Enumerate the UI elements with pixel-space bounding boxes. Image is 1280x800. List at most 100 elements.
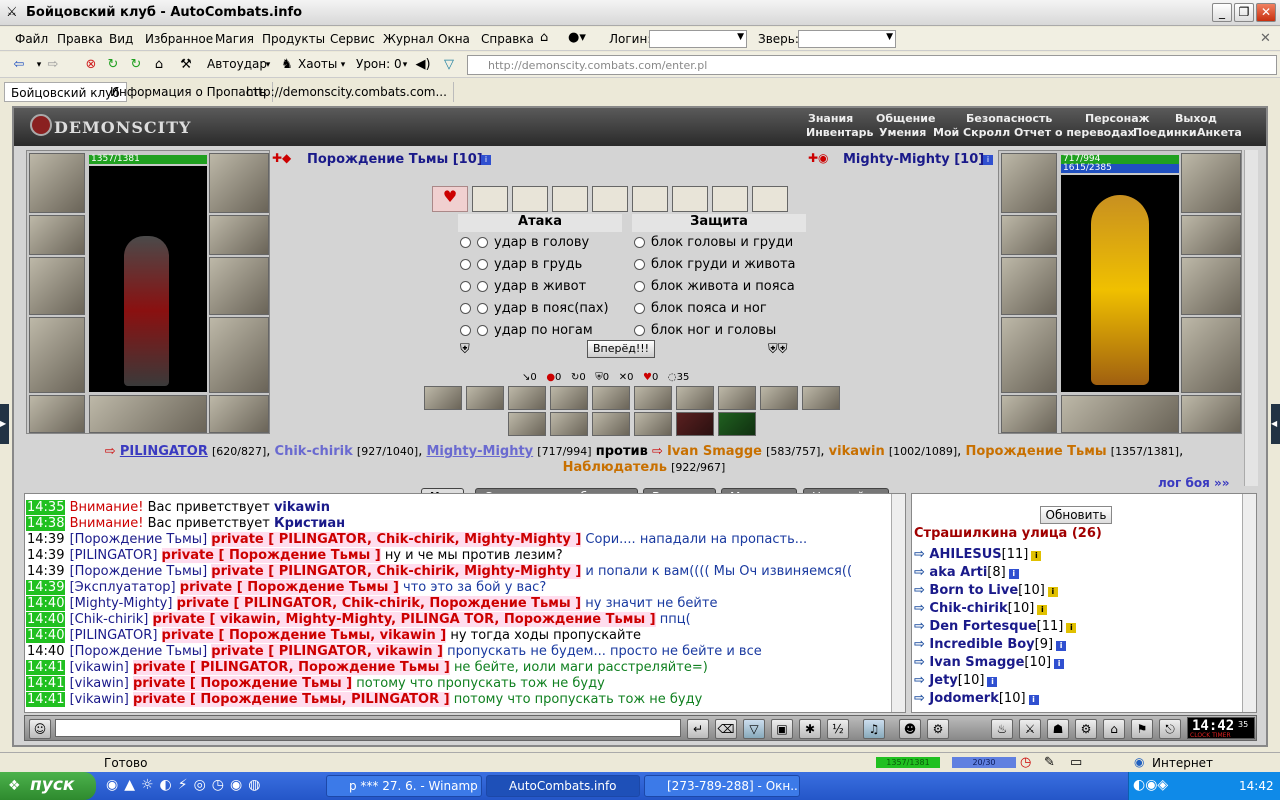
task-autocombats[interactable]: AutoCombats.info <box>486 775 640 797</box>
tab-url[interactable]: http://demonscity.combats.com... <box>240 82 454 102</box>
refresh-button[interactable]: Обновить <box>1040 506 1112 524</box>
info-icon[interactable]: i <box>1037 605 1048 615</box>
team1-player[interactable]: Mighty-Mighty <box>426 444 533 459</box>
user-name[interactable]: Incredible Boy <box>929 637 1034 652</box>
scroll-slot[interactable] <box>592 186 628 212</box>
radio-button[interactable] <box>460 281 471 292</box>
house-icon[interactable]: ⌂ <box>540 30 548 45</box>
skill-icon[interactable] <box>634 412 672 436</box>
attack-option[interactable]: удар в пояс(пах) <box>460 298 630 320</box>
skill-icon[interactable] <box>718 386 756 410</box>
potion-icon[interactable]: ♨ <box>991 719 1013 739</box>
skill-icon[interactable] <box>718 412 756 436</box>
task-icq[interactable]: [273-789-288] - Окн... <box>644 775 800 797</box>
team2-player[interactable]: vikawin <box>829 444 885 459</box>
block-option[interactable]: блок пояса и ног <box>634 298 806 320</box>
block-option[interactable]: блок живота и пояса <box>634 276 806 298</box>
online-user[interactable]: ⇨ Chik-chirik[10] i <box>914 600 1240 618</box>
private-arrow-icon[interactable]: ⇨ <box>914 601 929 616</box>
scroll-slot[interactable] <box>472 186 508 212</box>
online-user[interactable]: ⇨ AHILESUS[11] i <box>914 546 1240 564</box>
nav-communication[interactable]: Общение <box>876 112 935 125</box>
private-arrow-icon[interactable]: ⇨ <box>914 655 929 670</box>
radio-button[interactable] <box>460 303 471 314</box>
radio-button[interactable] <box>477 325 488 336</box>
helmet-slot[interactable] <box>29 153 85 213</box>
gloves-slot[interactable] <box>209 215 269 255</box>
right-panel-toggle[interactable]: ◀ <box>1271 404 1280 444</box>
skill-icon[interactable] <box>508 412 546 436</box>
alarm-icon[interactable]: ◷ <box>1020 755 1031 770</box>
radio-button[interactable] <box>634 259 645 270</box>
attack-option[interactable]: удар в грудь <box>460 254 630 276</box>
user-name[interactable]: AHILESUS <box>929 547 1001 562</box>
autoudar-button[interactable]: Автоудар <box>207 57 267 71</box>
skill-icon[interactable] <box>550 386 588 410</box>
nav-exit[interactable]: Выход <box>1175 112 1217 125</box>
flag-icon[interactable]: ⚑ <box>1131 719 1153 739</box>
chevron-down-icon[interactable]: ▾ <box>259 56 277 74</box>
close-button[interactable]: ✕ <box>1256 3 1276 22</box>
online-user[interactable]: ⇨ aka Arti[8] i <box>914 564 1240 582</box>
info-icon[interactable]: i <box>987 677 998 687</box>
chat-timestamp[interactable]: 14:39 <box>26 532 65 547</box>
gloves-slot[interactable] <box>1181 215 1241 255</box>
enter-icon[interactable]: ↵ <box>687 719 709 739</box>
chat-private-target[interactable]: private [ PILINGATOR, Chik-chirik, Порож… <box>176 596 582 611</box>
info-icon[interactable]: i <box>983 155 993 165</box>
scroll-slot[interactable] <box>752 186 788 212</box>
leggings-slot[interactable] <box>209 317 269 393</box>
filter-icon[interactable]: ▽ <box>440 56 458 74</box>
note-icon[interactable]: ✎ <box>1044 755 1055 770</box>
info-icon[interactable]: i <box>1008 569 1019 579</box>
menu-service[interactable]: Сервис <box>330 32 375 46</box>
uron-button[interactable]: Урон: 0 <box>356 57 402 71</box>
scroll-slot[interactable] <box>512 186 548 212</box>
amulet-slot[interactable] <box>209 153 269 213</box>
chat-private-target[interactable]: private [ Порождение Тьмы, PILINGATOR ] <box>132 692 450 707</box>
chat-private-target[interactable]: private [ PILINGATOR, vikawin ] <box>211 644 443 659</box>
scroll-slot[interactable] <box>672 186 708 212</box>
chat-nick[interactable]: Кристиан <box>274 516 345 531</box>
filter-icon[interactable]: ▽ <box>743 719 765 739</box>
smiley-icon[interactable]: ☻ <box>899 719 921 739</box>
block-option[interactable]: блок ног и головы <box>634 320 806 342</box>
nav-character[interactable]: Персонаж <box>1085 112 1150 125</box>
chat-private-target[interactable]: private [ vikawin, Mighty-Mighty, PILING… <box>152 612 656 627</box>
monster-icon[interactable]: ☗ <box>1047 719 1069 739</box>
info-icon[interactable]: i <box>481 155 491 165</box>
chat-timestamp[interactable]: 14:40 <box>26 612 66 627</box>
forward-icon[interactable]: ⇨ <box>44 56 62 74</box>
armor-slot[interactable] <box>29 317 85 393</box>
address-bar[interactable]: http://demonscity.combats.com/enter.pl <box>467 55 1277 75</box>
team2-player[interactable]: Ivan Smagge <box>667 444 762 459</box>
chat-sender[interactable]: [Mighty-Mighty] <box>70 596 173 611</box>
chat-private-target[interactable]: private [ Порождение Тьмы, vikawin ] <box>161 628 447 643</box>
stop-icon[interactable]: ⊗ <box>82 56 100 74</box>
private-arrow-icon[interactable]: ⇨ <box>914 619 929 634</box>
chat-private-target[interactable]: private [ PILINGATOR, Chik-chirik, Might… <box>211 532 582 547</box>
boots-slot[interactable] <box>1181 395 1241 433</box>
heart-scroll-icon[interactable]: ♥ <box>432 186 468 212</box>
skill-icon[interactable] <box>760 386 798 410</box>
chat-sender[interactable]: [Эксплуататор] <box>70 580 176 595</box>
online-user[interactable]: ⇨ Den Fortesque[11] i <box>914 618 1240 636</box>
online-user[interactable]: ⇨ Jodomerk[10] i <box>914 690 1240 708</box>
menu-favorites[interactable]: Избранное <box>145 32 213 46</box>
rings-slot[interactable] <box>89 395 207 433</box>
skill-icon[interactable] <box>550 412 588 436</box>
chat-timestamp[interactable]: 14:41 <box>26 660 66 675</box>
house-icon[interactable]: ⌂ <box>1103 719 1125 739</box>
scroll-slot[interactable] <box>552 186 588 212</box>
chat-private-target[interactable]: private [ Порождение Тьмы ] <box>179 580 399 595</box>
chat-sender[interactable]: [Порождение Тьмы] <box>70 644 208 659</box>
radio-button[interactable] <box>634 325 645 336</box>
radio-button[interactable] <box>477 259 488 270</box>
chat-timestamp[interactable]: 14:40 <box>26 628 66 643</box>
skill-icon[interactable] <box>676 412 714 436</box>
chevron-down-icon[interactable]: ▾ <box>396 56 414 74</box>
radio-button[interactable] <box>634 303 645 314</box>
login-field[interactable]: ▼ <box>649 30 747 48</box>
refresh-all-icon[interactable]: ↻ <box>127 56 145 74</box>
radio-button[interactable] <box>634 237 645 248</box>
